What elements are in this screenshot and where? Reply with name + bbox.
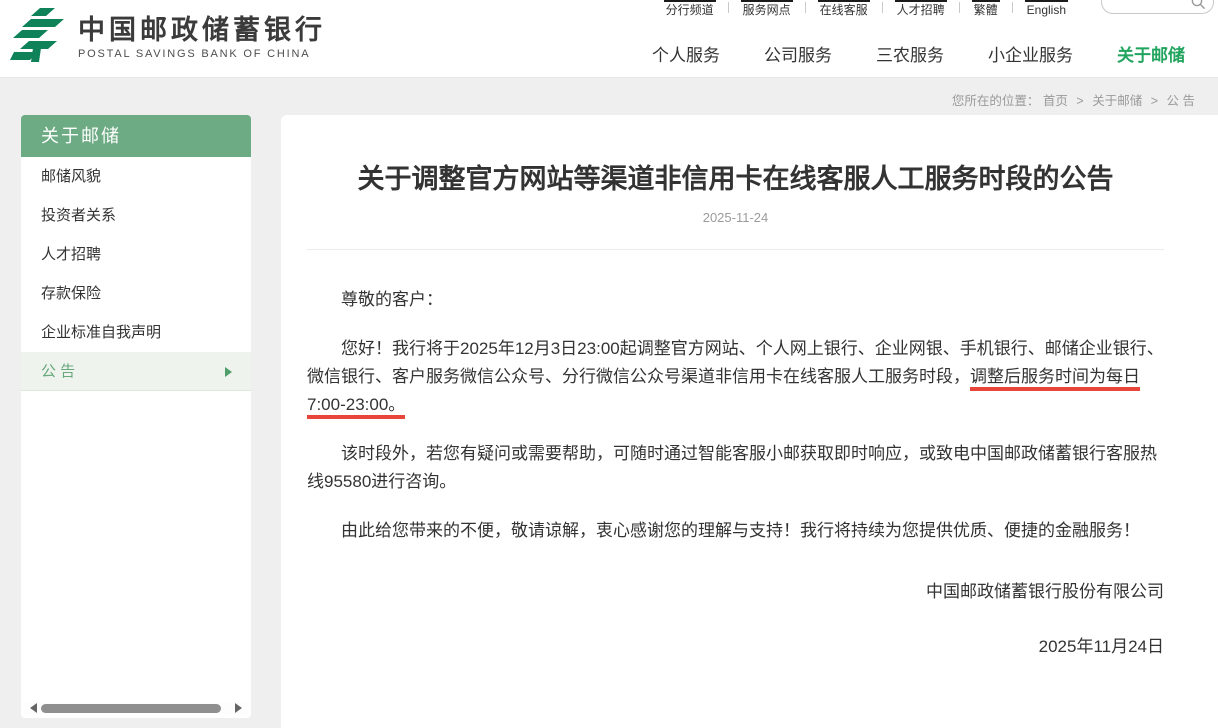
utility-link-online-service[interactable]: 在线客服 (818, 0, 870, 21)
announcement-panel: 关于调整官方网站等渠道非信用卡在线客服人工服务时段的公告 2025-11-24 … (281, 115, 1218, 728)
sidebar-title: 关于邮储 (21, 115, 251, 157)
utility-link-recruitment[interactable]: 人才招聘 (895, 0, 947, 21)
sidebar-item-investor-relations[interactable]: 投资者关系 (21, 196, 251, 235)
bank-logo[interactable]: 中国邮政储蓄银行 POSTAL SAVINGS BANK OF CHINA (10, 8, 326, 67)
scroll-right-arrow-icon[interactable] (235, 703, 247, 713)
sidebar-item-label: 公 告 (41, 363, 75, 380)
signature-date: 2025年11月24日 (307, 633, 1164, 661)
sidebar-item-psbc-style[interactable]: 邮储风貌 (21, 157, 251, 196)
breadcrumb-prefix: 您所在的位置： (952, 94, 1040, 108)
utility-separator (1012, 2, 1013, 13)
sidebar-item-label: 存款保险 (41, 285, 101, 302)
breadcrumb-current: 公 告 (1167, 94, 1195, 108)
breadcrumb-home[interactable]: 首页 (1043, 94, 1068, 108)
scroll-left-arrow-icon[interactable] (25, 703, 37, 713)
bank-name-cn: 中国邮政储蓄银行 (78, 15, 326, 45)
sidebar-item-recruitment[interactable]: 人才招聘 (21, 235, 251, 274)
nav-about-psbc[interactable]: 关于邮储 (1117, 41, 1185, 66)
utility-separator (728, 2, 729, 13)
announcement-date: 2025-11-24 (307, 210, 1164, 225)
utility-link-branch-channel[interactable]: 分行频道 (664, 0, 716, 21)
announcement-body: 尊敬的客户： 您好！我行将于2025年12月3日23:00起调整官方网站、个人网… (307, 286, 1164, 661)
breadcrumb-separator: > (1076, 94, 1083, 108)
horizontal-scrollbar[interactable] (25, 702, 247, 714)
sidebar: 关于邮储 邮储风貌 投资者关系 人才招聘 存款保险 企业标准自我声明 公 告 (21, 115, 251, 718)
announcement-title: 关于调整官方网站等渠道非信用卡在线客服人工服务时段的公告 (348, 157, 1123, 201)
sidebar-item-enterprise-standard[interactable]: 企业标准自我声明 (21, 313, 251, 352)
utility-link-traditional-chinese[interactable]: 繁體 (972, 0, 1000, 21)
china-post-emblem-icon (10, 8, 66, 67)
chevron-right-icon (225, 367, 237, 377)
utility-nav: 分行频道 服务网点 在线客服 人才招聘 繁體 English (664, 0, 1068, 21)
search-box[interactable] (1101, 0, 1214, 14)
utility-separator (959, 2, 960, 13)
nav-small-business-services[interactable]: 小企业服务 (988, 41, 1073, 66)
utility-separator (805, 2, 806, 13)
breadcrumb-separator: > (1151, 94, 1158, 108)
nav-rural-services[interactable]: 三农服务 (876, 41, 944, 66)
utility-link-english[interactable]: English (1025, 0, 1068, 21)
sidebar-item-label: 投资者关系 (41, 207, 116, 224)
salutation: 尊敬的客户： (307, 286, 1164, 314)
nav-personal-services[interactable]: 个人服务 (652, 41, 720, 66)
paragraph-service-adjustment: 您好！我行将于2025年12月3日23:00起调整官方网站、个人网上银行、企业网… (307, 335, 1164, 419)
breadcrumb-about[interactable]: 关于邮储 (1092, 94, 1142, 108)
main-nav: 个人服务 公司服务 三农服务 小企业服务 关于邮储 (652, 41, 1185, 66)
sidebar-item-label: 人才招聘 (41, 246, 101, 263)
breadcrumb: 您所在的位置： 首页 > 关于邮储 > 公 告 (952, 90, 1195, 109)
sidebar-item-deposit-insurance[interactable]: 存款保险 (21, 274, 251, 313)
signature-company: 中国邮政储蓄银行股份有限公司 (307, 578, 1164, 606)
search-icon[interactable] (1191, 0, 1206, 10)
nav-corporate-services[interactable]: 公司服务 (764, 41, 832, 66)
utility-separator (882, 2, 883, 13)
sidebar-item-label: 企业标准自我声明 (41, 324, 161, 341)
search-input[interactable] (1112, 0, 1196, 13)
bank-name-en: POSTAL SAVINGS BANK OF CHINA (78, 48, 326, 60)
paragraph-apology: 由此给您带来的不便，敬请谅解，衷心感谢您的理解与支持！我行将持续为您提供优质、便… (307, 517, 1164, 545)
sidebar-item-announcements[interactable]: 公 告 (21, 352, 251, 391)
divider (307, 249, 1164, 250)
utility-link-service-outlets[interactable]: 服务网点 (741, 0, 793, 21)
sidebar-item-label: 邮储风貌 (41, 168, 101, 185)
paragraph-hotline-info: 该时段外，若您有疑问或需要帮助，可随时通过智能客服小邮获取即时响应，或致电中国邮… (307, 440, 1164, 496)
site-header: 中国邮政储蓄银行 POSTAL SAVINGS BANK OF CHINA 分行… (0, 0, 1218, 78)
scrollbar-thumb[interactable] (41, 704, 221, 713)
